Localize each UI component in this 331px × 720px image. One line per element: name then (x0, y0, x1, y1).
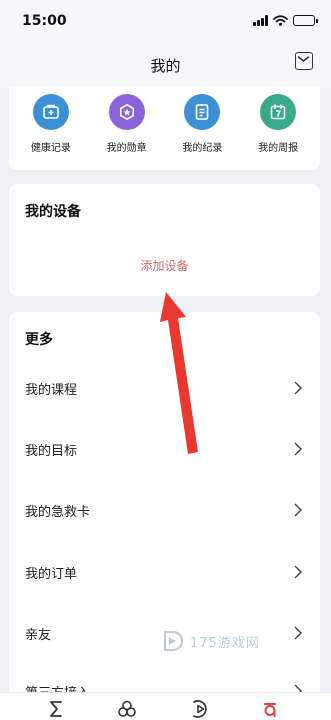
shortcut-card: 健康记录 我的勋章 我的纪录 我的周报 (9, 86, 320, 170)
menu-item-my-courses[interactable]: 我的课程 (9, 368, 320, 408)
medical-box-icon (32, 94, 69, 130)
tab-profile[interactable] (260, 699, 280, 719)
tab-bar (0, 692, 331, 720)
status-bar: 15:00 (0, 0, 331, 40)
more-section-title: 更多 (25, 332, 53, 348)
shortcut-my-records[interactable]: 我的纪录 (166, 94, 238, 154)
menu-item-label: 我的订单 (25, 567, 78, 582)
chevron-right-icon (294, 565, 302, 579)
shortcut-label: 我的周报 (258, 143, 299, 154)
document-icon (184, 94, 221, 130)
status-icons (253, 13, 318, 27)
profile-icon (264, 703, 276, 717)
menu-item-my-goals[interactable]: 我的目标 (9, 429, 320, 469)
device-card: 我的设备 添加设备 (9, 184, 320, 296)
shortcut-list: 健康记录 我的勋章 我的纪录 我的周报 (9, 86, 320, 154)
shortcut-label: 我的勋章 (106, 143, 147, 154)
calendar-icon (260, 94, 297, 130)
tab-sigma[interactable] (46, 699, 66, 719)
shortcut-label: 我的纪录 (182, 143, 223, 154)
shortcut-my-medals[interactable]: 我的勋章 (91, 94, 163, 154)
play-icon (193, 700, 207, 718)
shortcut-label: 健康记录 (30, 143, 71, 154)
tab-community[interactable] (117, 699, 137, 719)
menu-item-emergency-card[interactable]: 我的急救卡 (9, 490, 320, 530)
signal-icon (253, 14, 268, 26)
chevron-right-icon (294, 503, 302, 517)
menu-item-label: 亲友 (25, 628, 52, 643)
watermark-text: 175游戏网 (190, 635, 260, 651)
device-section-title: 我的设备 (25, 204, 81, 220)
more-card: 更多 我的课程 我的目标 我的急救卡 我的订单 亲友 第三方接入 (9, 312, 320, 720)
sigma-icon (50, 701, 62, 717)
wifi-icon (273, 14, 288, 26)
battery-icon (293, 14, 318, 26)
menu-item-my-orders[interactable]: 我的订单 (9, 552, 320, 592)
shortcut-weekly-report[interactable]: 我的周报 (242, 94, 314, 154)
menu-item-label: 我的课程 (25, 383, 78, 398)
status-time: 15:00 (22, 13, 67, 29)
watermark-logo-icon (163, 630, 184, 652)
menu-item-label: 我的目标 (25, 444, 78, 459)
medal-icon (108, 94, 145, 130)
nav-bar: 我的 (0, 40, 331, 88)
tab-play[interactable] (190, 699, 210, 719)
chevron-right-icon (294, 626, 302, 640)
menu-item-label: 我的急救卡 (25, 505, 91, 520)
mail-icon (297, 56, 310, 62)
mail-button[interactable] (295, 52, 313, 70)
page-title: 我的 (150, 57, 181, 75)
shortcut-health-record[interactable]: 健康记录 (15, 94, 87, 154)
chevron-right-icon (294, 381, 302, 395)
community-icon (118, 700, 136, 717)
add-device-button[interactable]: 添加设备 (9, 257, 320, 274)
watermark: 175游戏网 (160, 626, 260, 656)
chevron-right-icon (294, 442, 302, 456)
